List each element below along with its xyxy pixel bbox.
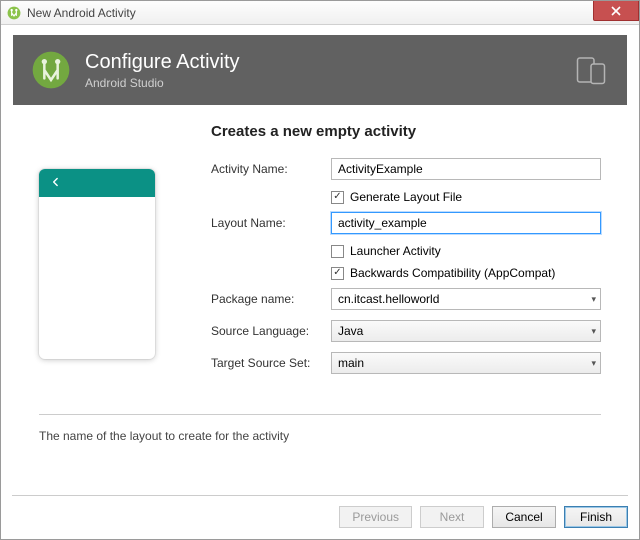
header-subtitle: Android Studio <box>85 76 240 90</box>
android-studio-logo-icon <box>31 50 71 90</box>
source-language-combo[interactable]: Java ▾ <box>331 320 601 342</box>
back-arrow-icon <box>49 175 63 192</box>
header-title: Configure Activity <box>85 51 240 74</box>
close-button[interactable] <box>593 1 639 21</box>
layout-name-label: Layout Name: <box>211 216 331 230</box>
package-name-value: cn.itcast.helloworld <box>338 292 439 306</box>
target-source-set-label: Target Source Set: <box>211 356 331 370</box>
chevron-down-icon: ▾ <box>591 326 596 337</box>
previous-button: Previous <box>339 506 412 528</box>
chevron-down-icon: ▾ <box>591 294 596 305</box>
package-name-label: Package name: <box>211 292 331 306</box>
android-studio-logo-icon <box>7 6 21 20</box>
wizard-footer: Previous Next Cancel Finish <box>12 495 628 528</box>
generate-layout-checkbox[interactable]: Generate Layout File <box>331 190 601 204</box>
package-name-combo[interactable]: cn.itcast.helloworld ▾ <box>331 288 601 310</box>
target-source-set-combo[interactable]: main ▾ <box>331 352 601 374</box>
form-heading: Creates a new empty activity <box>211 123 601 140</box>
generate-layout-label: Generate Layout File <box>350 190 462 204</box>
activity-preview <box>39 123 179 384</box>
activity-name-label: Activity Name: <box>211 162 331 176</box>
source-language-label: Source Language: <box>211 324 331 338</box>
launcher-activity-label: Launcher Activity <box>350 244 441 258</box>
layout-name-input[interactable] <box>331 212 601 234</box>
hint-text: The name of the layout to create for the… <box>39 414 601 443</box>
source-language-value: Java <box>338 324 363 338</box>
backwards-compat-label: Backwards Compatibility (AppCompat) <box>350 266 555 280</box>
devices-icon <box>573 52 609 88</box>
target-source-set-value: main <box>338 356 364 370</box>
titlebar: New Android Activity <box>1 1 639 25</box>
finish-button[interactable]: Finish <box>564 506 628 528</box>
wizard-header: Configure Activity Android Studio <box>13 35 627 105</box>
checkbox-icon <box>331 267 344 280</box>
checkbox-icon <box>331 245 344 258</box>
next-button: Next <box>420 506 484 528</box>
phone-mock <box>39 169 155 359</box>
checkbox-icon <box>331 191 344 204</box>
cancel-button[interactable]: Cancel <box>492 506 556 528</box>
activity-name-input[interactable] <box>331 158 601 180</box>
window-title: New Android Activity <box>27 6 136 20</box>
launcher-activity-checkbox[interactable]: Launcher Activity <box>331 244 601 258</box>
chevron-down-icon: ▾ <box>591 358 596 369</box>
backwards-compat-checkbox[interactable]: Backwards Compatibility (AppCompat) <box>331 266 601 280</box>
